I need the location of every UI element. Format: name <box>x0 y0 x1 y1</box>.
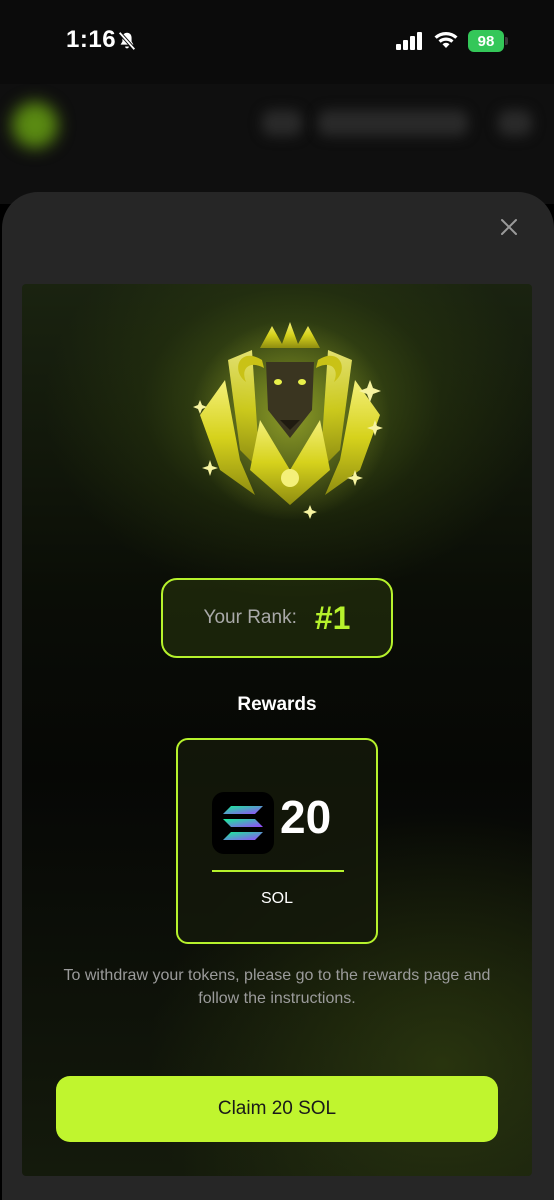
reward-amount: 20 <box>280 791 332 843</box>
background-app <box>0 84 554 204</box>
rank-display: Your Rank: #1 <box>161 578 393 658</box>
reward-token: SOL <box>260 890 293 907</box>
close-icon <box>501 219 517 235</box>
bell-slash-icon <box>118 31 136 51</box>
withdraw-instructions: To withdraw your tokens, please go to th… <box>63 967 491 1007</box>
claim-button[interactable]: Claim 20 SOL <box>56 1076 498 1142</box>
solana-logo-icon <box>212 792 274 854</box>
reward-card: Your Rank: #1 Rewards 20 SOL To withdraw… <box>22 284 532 1176</box>
blurred-chip <box>318 110 468 136</box>
battery-level: 98 <box>468 30 504 52</box>
close-button[interactable] <box>494 212 524 242</box>
reward-tile: 20 SOL <box>176 738 378 944</box>
signal-icon <box>396 32 422 50</box>
rewards-title: Rewards <box>237 694 317 715</box>
battery-charging-icon: 98 <box>468 30 508 52</box>
golden-goat-crest-icon <box>190 320 390 520</box>
divider <box>212 870 344 872</box>
status-bar: 1:16 98 <box>0 0 554 84</box>
rank-label: Your Rank: <box>203 607 297 628</box>
rank-value: #1 <box>314 599 351 636</box>
blurred-chip <box>262 110 302 136</box>
blurred-chip <box>498 110 532 136</box>
app-logo <box>12 102 58 148</box>
status-time: 1:16 <box>66 26 117 53</box>
wifi-icon <box>434 32 458 48</box>
